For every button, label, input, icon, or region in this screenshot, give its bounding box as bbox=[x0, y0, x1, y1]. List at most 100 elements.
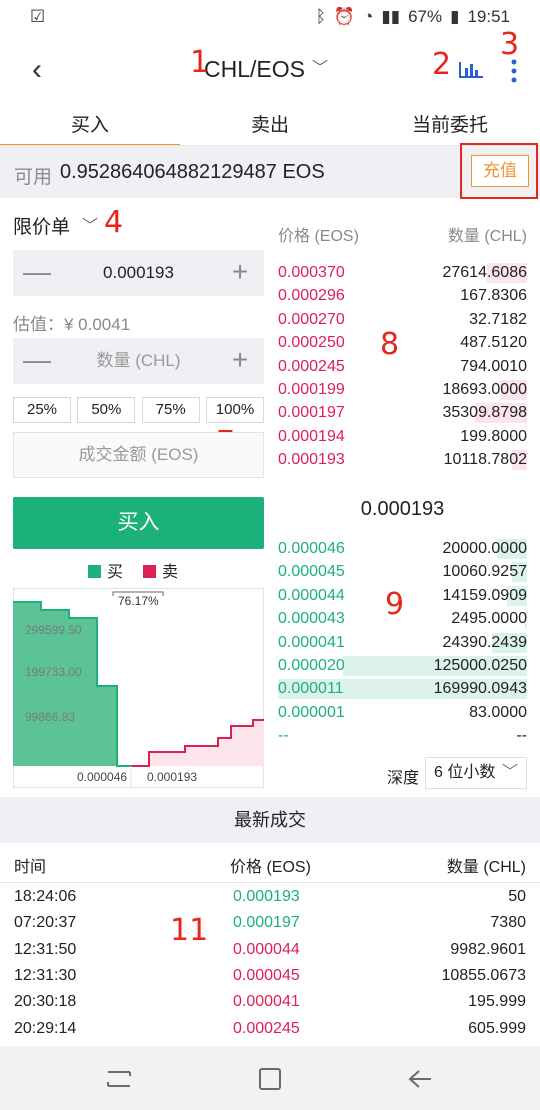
price-decrease-button[interactable]: — bbox=[13, 250, 61, 296]
recent-apps-icon[interactable] bbox=[104, 1066, 134, 1092]
trades-qty-header: 数量 (CHL) bbox=[446, 859, 526, 876]
divider bbox=[0, 882, 540, 883]
legend-sell: 卖 bbox=[143, 558, 178, 582]
bid-price: 0.000045 bbox=[278, 563, 345, 581]
bid-price: 0.000046 bbox=[278, 540, 345, 557]
buy-button[interactable]: 买入 bbox=[13, 497, 264, 549]
ask-row[interactable]: 0.000245 794.0010 bbox=[278, 356, 527, 378]
quantity-increase-button[interactable]: + bbox=[216, 338, 264, 384]
spread-percent: 76.17% bbox=[118, 594, 159, 608]
ask-row[interactable]: 0.000296 167.8306 bbox=[278, 285, 527, 307]
ask-row[interactable]: 0.000194 199.8000 bbox=[278, 426, 527, 448]
ask-price: 0.000197 bbox=[278, 404, 345, 422]
chevron-down-icon[interactable]: ﹀ bbox=[312, 54, 328, 78]
amount-input[interactable]: 成交金额 (EOS) bbox=[13, 432, 264, 478]
back-nav-icon[interactable] bbox=[405, 1066, 435, 1092]
quantity-stepper: — 数量 (CHL) + bbox=[13, 338, 264, 384]
home-icon[interactable] bbox=[257, 1066, 283, 1092]
ask-price: 0.000370 bbox=[278, 264, 345, 281]
price-input[interactable]: 0.000193 bbox=[61, 250, 216, 296]
bid-qty: 14159.0909 bbox=[442, 586, 527, 604]
tab-buy[interactable]: 买入 bbox=[0, 108, 180, 147]
bid-row[interactable]: 0.000011 169990.0943 bbox=[278, 678, 527, 700]
quantity-decrease-button[interactable]: — bbox=[13, 338, 61, 384]
trade-qty: 605.999 bbox=[468, 1019, 526, 1037]
chevron-down-icon[interactable]: ﹀ bbox=[82, 212, 98, 236]
bid-row[interactable]: -- -- bbox=[278, 725, 527, 747]
chevron-down-icon: ﹀ bbox=[501, 764, 518, 781]
bid-row[interactable]: 0.000020 125000.0250 bbox=[278, 655, 527, 677]
trade-row: 12:31:50 0.000044 9982.9601 bbox=[0, 941, 540, 967]
trade-price: 0.000041 bbox=[233, 993, 300, 1011]
trade-qty: 9982.9601 bbox=[450, 940, 526, 958]
depth-precision-select[interactable]: 6 位小数 ﹀ bbox=[425, 757, 527, 789]
bid-price: 0.000043 bbox=[278, 610, 345, 628]
percent-100-button[interactable]: 100% bbox=[205, 397, 264, 423]
trade-price: 0.000197 bbox=[233, 914, 300, 932]
percent-75-button[interactable]: 75% bbox=[141, 397, 200, 423]
battery-percent: 67% bbox=[408, 7, 443, 26]
back-icon[interactable]: ‹ bbox=[22, 52, 52, 88]
bid-row[interactable]: 0.000046 20000.0000 bbox=[278, 538, 527, 560]
quantity-input[interactable]: 数量 (CHL) bbox=[61, 338, 216, 384]
bid-price: 0.000044 bbox=[278, 586, 345, 604]
available-balance: 可用 0.952864064882129487 EOS 充值 bbox=[0, 143, 540, 199]
depth-chart: 76.17% 299599.50 199733.00 99866.83 0.00… bbox=[13, 588, 264, 788]
deposit-button[interactable]: 充值 bbox=[471, 155, 529, 187]
trade-time: 12:31:30 bbox=[14, 966, 77, 984]
annotation-4: 4 bbox=[104, 205, 124, 240]
bid-row[interactable]: 0.000045 10060.9257 bbox=[278, 561, 527, 583]
bid-row[interactable]: 0.000041 24390.2439 bbox=[278, 632, 527, 654]
depth-legend: 买 卖 bbox=[88, 558, 178, 582]
ask-row[interactable]: 0.000197 35309.8798 bbox=[278, 402, 527, 424]
alarm-icon: ⏰ bbox=[333, 7, 356, 26]
annotation-3: 3 bbox=[500, 27, 520, 62]
ask-price: 0.000296 bbox=[278, 287, 345, 305]
bid-price: 0.000041 bbox=[278, 633, 345, 651]
trade-price: 0.000044 bbox=[233, 940, 300, 958]
ask-row[interactable]: 0.000193 10118.7802 bbox=[278, 449, 527, 471]
estimate-value: 估值：¥ 0.0041 bbox=[13, 315, 131, 334]
order-type-selector[interactable]: 限价单 bbox=[13, 212, 70, 239]
ask-price: 0.000245 bbox=[278, 357, 345, 375]
trade-row: 07:20:37 0.000197 7380 bbox=[0, 914, 540, 940]
ask-row[interactable]: 0.000199 18693.0000 bbox=[278, 379, 527, 401]
bid-row[interactable]: 0.000044 14159.0909 bbox=[278, 585, 527, 607]
available-value: 0.952864064882129487 EOS bbox=[60, 161, 325, 183]
depth-y-label-3: 99866.83 bbox=[25, 710, 75, 724]
annotation-1: 1 bbox=[190, 45, 210, 80]
ask-qty: 18693.0000 bbox=[442, 381, 527, 398]
percent-25-button[interactable]: 25% bbox=[13, 397, 71, 423]
bid-qty: 83.0000 bbox=[469, 703, 527, 721]
price-increase-button[interactable]: + bbox=[216, 250, 264, 296]
ask-qty: 32.7182 bbox=[469, 310, 527, 328]
trade-qty: 50 bbox=[508, 888, 526, 905]
trade-qty: 10855.0673 bbox=[441, 966, 526, 984]
ask-qty: 35309.8798 bbox=[442, 404, 527, 422]
price-stepper: — 0.000193 + bbox=[13, 250, 264, 296]
tab-open-orders[interactable]: 当前委托 bbox=[360, 108, 540, 146]
tab-sell[interactable]: 卖出 bbox=[180, 108, 360, 146]
trade-price: 0.000245 bbox=[233, 1019, 300, 1037]
pair-selector[interactable]: CHL/EOS bbox=[204, 56, 305, 83]
trade-time: 12:31:50 bbox=[14, 940, 77, 958]
ask-row[interactable]: 0.000250 487.5120 bbox=[278, 332, 527, 354]
bid-row[interactable]: 0.000043 2495.0000 bbox=[278, 608, 527, 630]
legend-buy-label: 买 bbox=[107, 564, 124, 581]
trade-time: 18:24:06 bbox=[14, 888, 77, 905]
ask-price: 0.000193 bbox=[278, 451, 345, 469]
ask-row[interactable]: 0.000370 27614.6086 bbox=[278, 262, 527, 284]
available-label: 可用 bbox=[14, 167, 53, 188]
system-nav-bar bbox=[0, 1046, 540, 1110]
bid-row[interactable]: 0.000001 83.0000 bbox=[278, 702, 527, 724]
ask-qty: 487.5120 bbox=[460, 334, 527, 352]
trade-time: 20:30:18 bbox=[14, 993, 77, 1011]
trade-time: 20:29:14 bbox=[14, 1019, 77, 1037]
chart-icon[interactable] bbox=[458, 60, 484, 80]
bid-qty: 2495.0000 bbox=[451, 610, 527, 628]
trades-price-header: 价格 (EOS) bbox=[230, 859, 311, 876]
percent-50-button[interactable]: 50% bbox=[77, 397, 136, 423]
ask-price: 0.000194 bbox=[278, 427, 345, 445]
mid-price[interactable]: 0.000193 bbox=[278, 498, 527, 521]
ask-row[interactable]: 0.000270 32.7182 bbox=[278, 309, 527, 331]
